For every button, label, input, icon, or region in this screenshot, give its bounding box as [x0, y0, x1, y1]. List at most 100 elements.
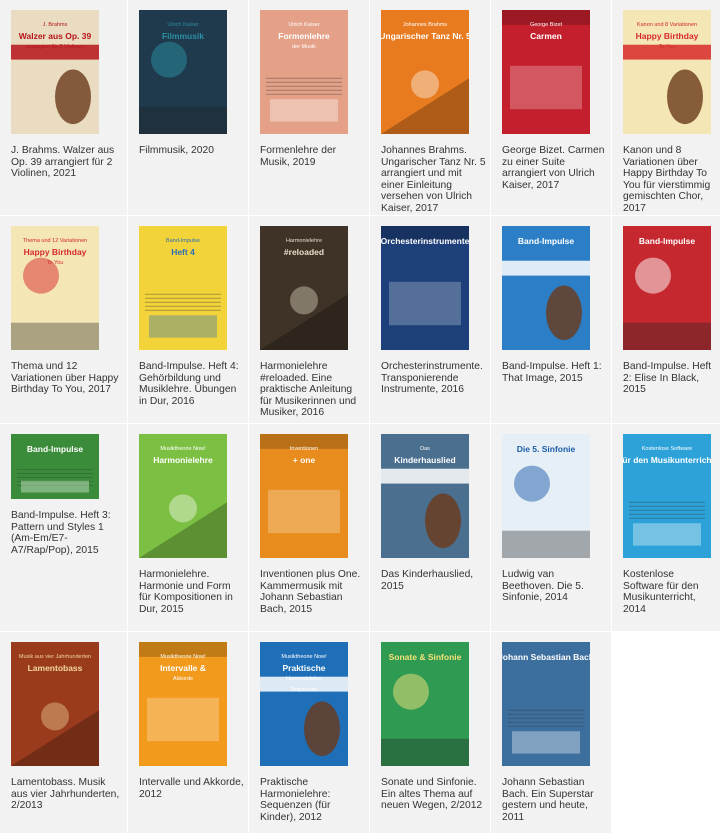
cover-text: Inventionen	[290, 446, 318, 452]
cover-text: Heft 4	[171, 247, 195, 257]
book-cover[interactable]: Ulrich Kaiser Filmmusik	[139, 10, 227, 134]
book-cover[interactable]: Musiktheorie Now! Harmonielehre	[139, 434, 227, 558]
publication-caption[interactable]: Praktische Harmonielehre: Sequenzen (für…	[260, 777, 365, 823]
cover-panel	[21, 480, 89, 493]
book-cover[interactable]: Ulrich Kaiser Formenlehre der Musik	[260, 10, 348, 134]
cover-text: arrangiert für 2 Violinen	[26, 44, 83, 50]
publication-tile[interactable]: Sonate & Sinfonie Sonate und Sinfonie. Ei…	[370, 632, 491, 834]
book-cover[interactable]: J. Brahms Walzer aus Op. 39 arrangiert für…	[11, 10, 99, 134]
cover-text: Musiktheorie Now!	[160, 446, 206, 452]
book-cover[interactable]: Die 5. Sinfonie	[502, 434, 590, 558]
publication-tile[interactable]: Band-Impulse Band-Impulse. Heft 3: Patter…	[0, 424, 128, 632]
cover-circle	[514, 465, 550, 502]
publication-caption[interactable]: Inventionen plus One. Kammermusik mit Jo…	[260, 569, 365, 615]
book-cover[interactable]: Band-Impulse Heft 4	[139, 226, 227, 350]
publication-caption[interactable]: Filmmusik, 2020	[139, 145, 244, 157]
cover-text: der Musik	[292, 44, 316, 50]
cover-text: Das	[420, 446, 430, 452]
cover-circle	[411, 70, 439, 99]
book-cover[interactable]: Inventionen + one	[260, 434, 348, 558]
book-cover[interactable]: Harmonielehre #reloaded	[260, 226, 348, 350]
publication-tile[interactable]: Musiktheorie Now! Harmonielehre Harmoniele…	[128, 424, 249, 632]
cover-text: + one	[293, 455, 316, 465]
publication-caption[interactable]: Band-Impulse. Heft 3: Pattern und Styles…	[11, 510, 123, 556]
cover-text: Harmonielehre	[286, 238, 322, 244]
publication-caption[interactable]: Orchesterinstrumente. Transponierende In…	[381, 361, 486, 396]
cover-text: Carmen	[530, 31, 562, 41]
publication-caption[interactable]: Harmonielehre #reloaded. Eine praktische…	[260, 361, 365, 419]
publication-caption[interactable]: George Bizet. Carmen zu einer Suite arra…	[502, 145, 607, 191]
book-cover[interactable]: Johann Sebastian Bach	[502, 642, 590, 766]
publication-caption[interactable]: Sonate und Sinfonie. Ein altes Thema auf…	[381, 777, 486, 812]
cover-text: To You	[47, 260, 64, 266]
publication-tile[interactable]: Musiktheorie Now! Praktische Harmonielehre…	[249, 632, 370, 834]
publication-caption[interactable]: Das Kinderhauslied, 2015	[381, 569, 486, 592]
publication-caption[interactable]: Intervalle und Akkorde, 2012	[139, 777, 244, 800]
publication-tile[interactable]: Ulrich Kaiser Formenlehre der Musik Formenl…	[249, 0, 370, 216]
cover-footer	[381, 738, 469, 766]
cover-text: Intervalle &	[160, 663, 206, 673]
publication-tile[interactable]: Orchesterinstrumente Orchesterinstrumente…	[370, 216, 491, 424]
cover-circle	[41, 702, 69, 731]
cover-text: Praktische	[283, 663, 326, 673]
book-cover[interactable]: Orchesterinstrumente	[381, 226, 469, 350]
publication-caption[interactable]: Band-Impulse. Heft 1: That Image, 2015	[502, 361, 607, 384]
publication-caption[interactable]: Band-Impulse. Heft 2: Elise In Black, 20…	[623, 361, 716, 396]
publication-caption[interactable]: Thema und 12 Variationen über Happy Birt…	[11, 361, 123, 396]
book-cover[interactable]: Das Kinderhauslied	[381, 434, 469, 558]
publication-tile[interactable]: Musiktheorie Now! Intervalle & Akkorde Inte…	[128, 632, 249, 834]
cover-instrument	[55, 69, 91, 125]
publication-tile[interactable]: Band-Impulse Heft 4 Band-Impulse. Heft 4: …	[128, 216, 249, 424]
publication-tile[interactable]: Ulrich Kaiser Filmmusik Filmmusik, 2020	[128, 0, 249, 216]
publication-tile[interactable]: Kanon und 8 Variationen Happy Birthday To …	[612, 0, 721, 216]
cover-text: Thema und 12 Variationen	[23, 238, 87, 244]
book-cover[interactable]: Kanon und 8 Variationen Happy Birthday To …	[623, 10, 711, 134]
publication-tile[interactable]: J. Brahms Walzer aus Op. 39 arrangiert für…	[0, 0, 128, 216]
cover-text: Walzer aus Op. 39	[19, 31, 92, 41]
book-cover[interactable]: Thema und 12 Variationen Happy Birthday To…	[11, 226, 99, 350]
cover-band	[381, 468, 469, 484]
cover-footer	[502, 530, 590, 558]
publication-grid: J. Brahms Walzer aus Op. 39 arrangiert für…	[0, 0, 721, 834]
publication-tile[interactable]: Thema und 12 Variationen Happy Birthday To…	[0, 216, 128, 424]
book-cover[interactable]: George Bizet Carmen	[502, 10, 590, 134]
publication-caption[interactable]: Kostenlose Software für den Musikunterri…	[623, 569, 716, 615]
cover-text: Happy Birthday	[24, 247, 87, 257]
book-cover[interactable]: Band-Impulse	[623, 226, 711, 350]
publication-caption[interactable]: J. Brahms. Walzer aus Op. 39 arrangiert …	[11, 145, 123, 180]
cover-text: Happy Birthday	[636, 31, 699, 41]
publication-caption[interactable]: Johannes Brahms. Ungarischer Tanz Nr. 5 …	[381, 145, 486, 215]
book-cover[interactable]: Kostenlose Software für den Musikunterric…	[623, 434, 711, 558]
cover-text: Ulrich Kaiser	[288, 22, 319, 28]
cover-photo	[389, 281, 461, 326]
publication-tile[interactable]: Band-Impulse Band-Impulse. Heft 2: Elise …	[612, 216, 721, 424]
publication-caption[interactable]: Formenlehre der Musik, 2019	[260, 145, 365, 168]
cover-text: Filmmusik	[162, 31, 204, 41]
publication-caption[interactable]: Ludwig van Beethoven. Die 5. Sinfonie, 2…	[502, 569, 607, 604]
cover-text: #reloaded	[284, 247, 324, 257]
publication-tile[interactable]: Das Kinderhauslied Das Kinderhauslied, 201…	[370, 424, 491, 632]
book-cover[interactable]: Sonate & Sinfonie	[381, 642, 469, 766]
publication-caption[interactable]: Harmonielehre. Harmonie und Form für Kom…	[139, 569, 244, 615]
publication-tile[interactable]: Inventionen + one Inventionen plus One. Ka…	[249, 424, 370, 632]
publication-caption[interactable]: Band-Impulse. Heft 4: Gehörbildung und M…	[139, 361, 244, 407]
book-cover[interactable]: Musiktheorie Now! Intervalle & Akkorde	[139, 642, 227, 766]
publication-tile[interactable]: Johann Sebastian Bach Johann Sebastian Ba…	[491, 632, 612, 834]
publication-caption[interactable]: Lamentobass. Musik aus vier Jahrhunderte…	[11, 777, 123, 812]
publication-tile[interactable]: George Bizet Carmen George Bizet. Carmen z…	[491, 0, 612, 216]
publication-tile[interactable]: Musik aus vier Jahrhunderten Lamentobass L…	[0, 632, 128, 834]
publication-tile[interactable]: Harmonielehre #reloaded Harmonielehre #rel…	[249, 216, 370, 424]
cover-band	[502, 260, 590, 276]
book-cover[interactable]: Band-Impulse	[502, 226, 590, 350]
book-cover[interactable]: Musik aus vier Jahrhunderten Lamentobass	[11, 642, 99, 766]
cover-text: Sonate & Sinfonie	[389, 652, 462, 662]
publication-caption[interactable]: Kanon und 8 Variationen über Happy Birth…	[623, 145, 716, 215]
publication-caption[interactable]: Johann Sebastian Bach. Ein Superstar ges…	[502, 777, 607, 823]
publication-tile[interactable]: Die 5. Sinfonie Ludwig van Beethoven. Die…	[491, 424, 612, 632]
book-cover[interactable]: Johannes Brahms Ungarischer Tanz Nr. 5	[381, 10, 469, 134]
book-cover[interactable]: Band-Impulse	[11, 434, 99, 499]
publication-tile[interactable]: Band-Impulse Band-Impulse. Heft 1: That I…	[491, 216, 612, 424]
publication-tile[interactable]: Johannes Brahms Ungarischer Tanz Nr. 5 Joh…	[370, 0, 491, 216]
publication-tile[interactable]: Kostenlose Software für den Musikunterric…	[612, 424, 721, 632]
book-cover[interactable]: Musiktheorie Now! Praktische Harmonielehre…	[260, 642, 348, 766]
